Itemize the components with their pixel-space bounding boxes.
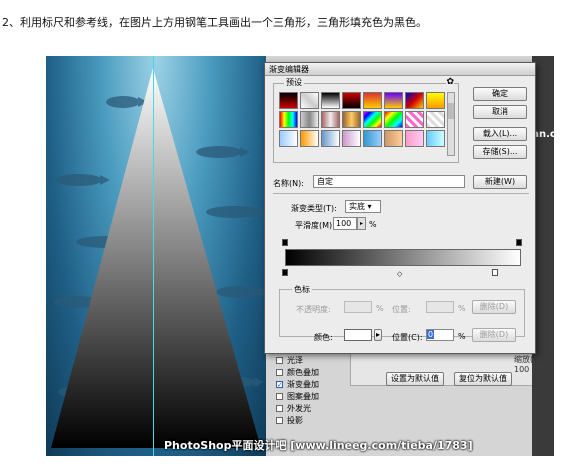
presets-scrollbar[interactable] xyxy=(447,92,455,156)
midpoint-diamond-icon[interactable]: ◇ xyxy=(397,270,402,278)
preset-swatch[interactable] xyxy=(279,111,298,128)
color-stop-white[interactable] xyxy=(492,269,498,276)
list-item[interactable]: 渐变叠加 xyxy=(276,378,346,390)
preset-swatch[interactable] xyxy=(426,111,445,128)
opacity-location-input xyxy=(426,301,454,313)
preset-swatch[interactable] xyxy=(363,130,382,147)
color-location-label: 位置(C): xyxy=(392,333,423,342)
preset-swatch[interactable] xyxy=(321,92,340,109)
color-label: 颜色: xyxy=(314,333,333,342)
smoothness-input[interactable]: 100 xyxy=(333,217,357,230)
ok-button[interactable]: 确定 xyxy=(473,87,527,101)
preset-swatch[interactable] xyxy=(279,92,298,109)
preset-swatch[interactable] xyxy=(363,92,382,109)
checkbox[interactable] xyxy=(276,404,283,412)
delete-opacity-button: 删除(D) xyxy=(472,300,516,314)
checkbox[interactable] xyxy=(276,380,283,388)
opacity-input xyxy=(344,301,372,313)
delete-color-button: 删除(D) xyxy=(472,328,516,342)
preset-swatch[interactable] xyxy=(384,111,403,128)
dialog-title: 渐变编辑器 xyxy=(265,63,535,76)
color-location-percent: % xyxy=(458,332,466,341)
preset-swatch[interactable] xyxy=(384,92,403,109)
preset-swatch-grid xyxy=(279,92,445,160)
list-item[interactable]: 光泽 xyxy=(276,354,346,366)
instruction-text: 2、利用标尺和参考线，在图片上方用钢笔工具画出一个三角形，三角形填充色为黑色。 xyxy=(2,16,427,29)
name-label: 名称(N): xyxy=(273,179,304,188)
photoshop-screenshot: 光泽 颜色叠加 渐变叠加 图案叠加 外发光 投影 缩放(C): 100 设置为默… xyxy=(46,56,554,456)
checkbox[interactable] xyxy=(276,368,283,376)
cancel-button[interactable]: 取消 xyxy=(473,105,527,119)
divider xyxy=(273,193,529,194)
preset-swatch[interactable] xyxy=(342,130,361,147)
preset-swatch[interactable] xyxy=(342,92,361,109)
preset-swatch[interactable] xyxy=(300,111,319,128)
underwater-photo xyxy=(46,56,270,456)
load-button[interactable]: 载入(L)... xyxy=(473,127,527,141)
preset-swatch[interactable] xyxy=(405,111,424,128)
percent-label: % xyxy=(369,220,377,229)
list-item[interactable]: 外发光 xyxy=(276,402,346,414)
new-button[interactable]: 新建(W) xyxy=(473,175,527,189)
preset-swatch[interactable] xyxy=(300,92,319,109)
opacity-location-percent: % xyxy=(458,304,466,313)
list-item[interactable]: 颜色叠加 xyxy=(276,366,346,378)
opacity-stop-left[interactable] xyxy=(282,239,288,246)
preset-swatch[interactable] xyxy=(384,130,403,147)
stops-label: 色标 xyxy=(292,284,312,295)
preset-swatch[interactable] xyxy=(363,111,382,128)
save-button[interactable]: 存储(S)... xyxy=(473,145,527,159)
preset-swatch[interactable] xyxy=(405,130,424,147)
preset-swatch[interactable] xyxy=(426,92,445,109)
preset-swatch[interactable] xyxy=(342,111,361,128)
preset-swatch[interactable] xyxy=(405,92,424,109)
layer-style-list: 光泽 颜色叠加 渐变叠加 图案叠加 外发光 投影 xyxy=(276,354,346,426)
color-menu-arrow-icon[interactable]: ▸ xyxy=(374,329,382,341)
scrollbar-thumb[interactable] xyxy=(448,103,454,119)
gradient-triangle[interactable] xyxy=(46,56,266,456)
opacity-stop-right[interactable] xyxy=(516,239,522,246)
opacity-percent: % xyxy=(376,304,384,313)
color-location-input[interactable]: 0 xyxy=(426,329,454,341)
opacity-location-label: 位置: xyxy=(392,305,411,314)
checkbox[interactable] xyxy=(276,356,283,364)
restore-default-button[interactable]: 复位为默认值 xyxy=(454,372,512,386)
gradient-editor-dialog: 渐变编辑器 预设 ✿ 确定 取消 载入(L)... 存储(S)... 名称(N)… xyxy=(264,62,536,354)
opacity-label: 不透明度: xyxy=(296,305,331,314)
preset-swatch[interactable] xyxy=(321,130,340,147)
gradient-preview-bar[interactable] xyxy=(285,249,521,266)
color-stop-black[interactable] xyxy=(282,269,288,276)
gradient-type-label: 渐变类型(T): xyxy=(291,204,337,213)
vertical-guide-line[interactable] xyxy=(153,56,154,456)
checkbox[interactable] xyxy=(276,416,283,424)
presets-label: 预设 xyxy=(284,77,304,88)
list-item[interactable]: 投影 xyxy=(276,414,346,426)
color-swatch[interactable] xyxy=(344,329,372,341)
smoothness-label: 平滑度(M): xyxy=(295,221,335,230)
presets-group: 预设 ✿ xyxy=(273,77,459,163)
gradient-type-select[interactable]: 实底 ▾ xyxy=(345,200,381,213)
preset-swatch[interactable] xyxy=(321,111,340,128)
preset-swatch[interactable] xyxy=(426,130,445,147)
checkbox[interactable] xyxy=(276,392,283,400)
list-item[interactable]: 图案叠加 xyxy=(276,390,346,402)
gear-icon[interactable]: ✿ xyxy=(446,77,454,87)
color-stops-group: 色标 不透明度: % 位置: % 删除(D) 颜色: ▸ 位置(C): 0 % … xyxy=(279,284,525,342)
smoothness-stepper[interactable]: ▸ xyxy=(357,217,366,230)
reset-default-button[interactable]: 设置为默认值 xyxy=(386,372,444,386)
preset-swatch[interactable] xyxy=(279,130,298,147)
name-field[interactable]: 自定 xyxy=(313,175,465,188)
watermark: PhotoShop平面设计吧 [www.lineeg.com/tieba/178… xyxy=(164,439,473,452)
preset-swatch[interactable] xyxy=(300,130,319,147)
